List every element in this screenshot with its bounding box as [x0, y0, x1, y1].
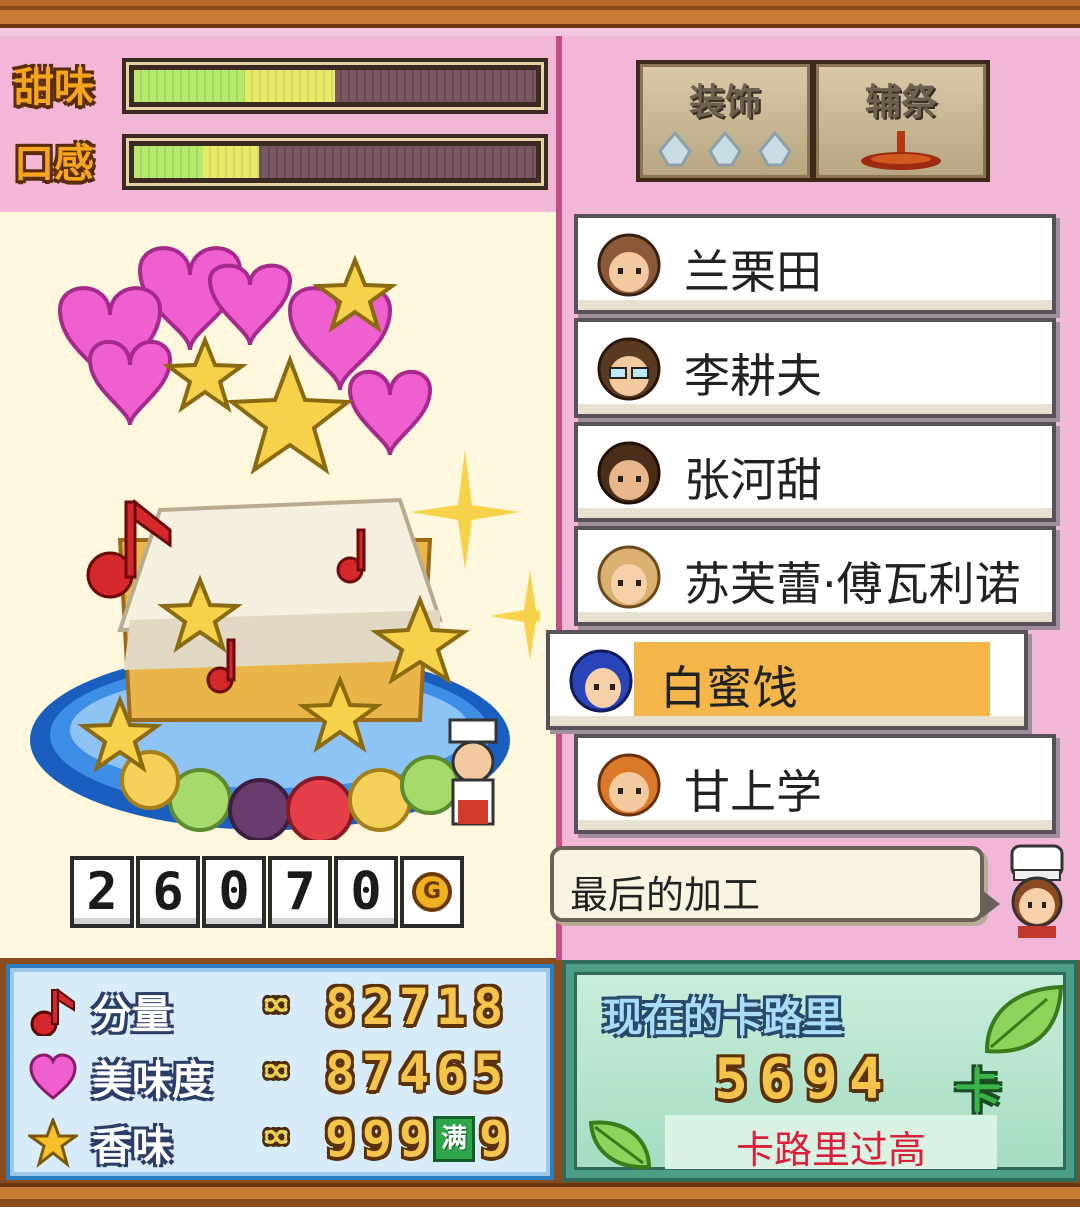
blue-hair-avatar-icon — [569, 649, 633, 713]
gold-digit: 0 — [202, 856, 266, 928]
stat-digit: 8 — [324, 1044, 356, 1102]
infinity-icon: ∞ — [262, 984, 291, 1024]
calorie-digit: 4 — [849, 1047, 883, 1112]
stat-digit: 4 — [398, 1044, 430, 1102]
texture-meter — [122, 134, 548, 190]
gold-digit: 6 — [136, 856, 200, 928]
calorie-title: 现在的卡路里 — [603, 995, 843, 1041]
judge-name: 白蜜饯 — [660, 661, 798, 715]
stand-icon — [861, 131, 941, 170]
calorie-digit: 5 — [714, 1047, 748, 1112]
gem-slots-icon — [658, 130, 792, 167]
judge-name: 甘上学 — [684, 765, 822, 819]
decorate-button-label: 装饰 — [688, 82, 761, 123]
sweetness-meter-fill — [134, 70, 335, 102]
gold-coin-icon: G — [400, 856, 464, 928]
judge-item-6[interactable]: 甘上学 — [574, 734, 1056, 834]
gold-counter: 2 6 0 7 0 G — [70, 856, 464, 930]
stat-digit: 6 — [435, 1044, 467, 1102]
stat-digit: 9 — [324, 1110, 356, 1168]
brown-hair-avatar-icon — [597, 233, 661, 297]
garnish-button[interactable]: 辅祭 — [816, 64, 986, 178]
calorie-digit: 9 — [804, 1047, 838, 1112]
gold-digit: 0 — [334, 856, 398, 928]
stat-volume: 分量 ∞ 8 2 7 1 8 — [22, 978, 552, 1042]
stat-aroma: 香味 ∞ 9 9 9 满 9 — [22, 1110, 552, 1174]
stat-digit: 9 — [398, 1110, 430, 1168]
stat-digit: 1 — [435, 978, 467, 1036]
dessert-dish-illustration — [30, 246, 540, 840]
stat-digit: 2 — [361, 978, 393, 1036]
orange-hair-avatar-icon — [597, 753, 661, 817]
judge-item-2[interactable]: 李耕夫 — [574, 318, 1056, 418]
calorie-panel-inner: 现在的卡路里 5 6 9 4 卡 卡路里过高 — [574, 972, 1066, 1172]
judge-name: 苏芙蕾·傅瓦利诺 — [684, 557, 1021, 611]
judge-item-3[interactable]: 张河甜 — [574, 422, 1056, 522]
dish-stats-panel: 分量 ∞ 8 2 7 1 8 美味度 ∞ 8 7 4 6 5 香味 ∞ 9 9 … — [6, 964, 554, 1180]
leaf-icon — [984, 984, 1064, 1054]
judge-item-5-selected[interactable]: 白蜜饯 — [546, 630, 1028, 730]
star-icon — [28, 1118, 78, 1168]
judge-item-4[interactable]: 苏芙蕾·傅瓦利诺 — [574, 526, 1056, 626]
sweetness-label: 甜味 — [14, 65, 94, 111]
chef-assistant-icon — [1010, 844, 1064, 938]
small-leaf-icon — [588, 1120, 652, 1170]
top-wood-border — [0, 0, 1080, 36]
music-note-icon — [30, 988, 75, 1036]
stat-digit: 7 — [398, 978, 430, 1036]
gold-digit: 7 — [268, 856, 332, 928]
blonde-avatar-icon — [597, 545, 661, 609]
judge-name: 张河甜 — [684, 453, 822, 507]
speech-bubble-tail — [982, 890, 1000, 918]
stat-label: 美味度 — [92, 1058, 212, 1104]
heart-icon — [29, 1053, 77, 1100]
glasses-avatar-icon — [597, 337, 661, 401]
infinity-icon: ∞ — [262, 1050, 291, 1090]
stat-value: 8 7 4 6 5 — [322, 1044, 507, 1102]
speech-bubble-text: 最后的加工 — [570, 873, 761, 917]
judge-item-1[interactable]: 兰栗田 — [574, 214, 1056, 314]
decorate-button[interactable]: 装饰 — [640, 64, 810, 178]
stat-value: 9 9 9 满 9 — [322, 1110, 513, 1168]
stat-digit: 8 — [324, 978, 356, 1036]
stat-digit: 7 — [361, 1044, 393, 1102]
stat-label: 分量 — [92, 992, 172, 1038]
garnish-button-label: 辅祭 — [864, 82, 937, 123]
sweetness-meter — [122, 58, 548, 114]
stat-digit: 9 — [478, 1110, 510, 1168]
stat-digit: 8 — [472, 978, 504, 1036]
gold-coin-symbol: G — [412, 872, 452, 912]
calorie-warning-box: 卡路里过高 — [665, 1115, 997, 1172]
texture-label: 口感 — [14, 141, 94, 187]
stat-taste: 美味度 ∞ 8 7 4 6 5 — [22, 1044, 552, 1108]
calorie-digit: 6 — [759, 1047, 793, 1112]
speech-bubble: 最后的加工 — [550, 846, 984, 922]
bottom-wood-border — [0, 1183, 1080, 1207]
decoration-tabs: 装饰 辅祭 — [636, 60, 990, 182]
short-hair-avatar-icon — [597, 441, 661, 505]
gold-digit: 2 — [70, 856, 134, 928]
texture-meter-fill — [134, 146, 259, 178]
infinity-icon: ∞ — [262, 1116, 291, 1156]
calorie-unit: 卡 — [955, 1064, 1001, 1118]
calorie-value: 5 6 9 4 — [709, 1051, 889, 1109]
stat-value: 8 2 7 1 8 — [322, 978, 507, 1036]
stat-digit: 5 — [472, 1044, 504, 1102]
judge-name: 兰栗田 — [684, 245, 822, 299]
stat-digit: 9 — [361, 1110, 393, 1168]
judge-name: 李耕夫 — [684, 349, 822, 403]
max-badge: 满 — [433, 1116, 475, 1162]
panel-divider — [556, 36, 562, 960]
calorie-warning: 卡路里过高 — [735, 1128, 926, 1172]
stat-label: 香味 — [92, 1124, 172, 1170]
calorie-panel: 现在的卡路里 5 6 9 4 卡 卡路里过高 — [562, 960, 1078, 1182]
